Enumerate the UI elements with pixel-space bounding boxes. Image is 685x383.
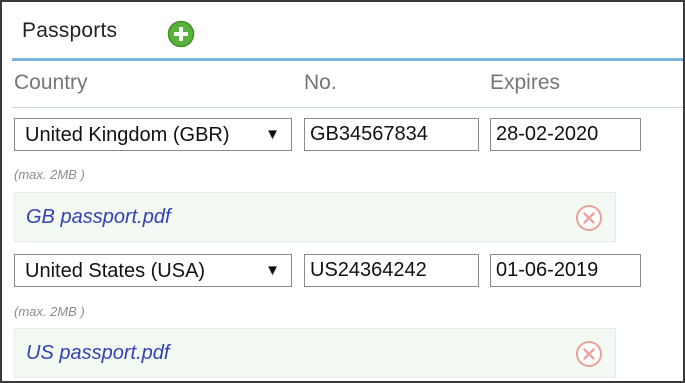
column-header-expires: Expires bbox=[490, 71, 561, 94]
column-header-number: No. bbox=[304, 71, 337, 94]
header-divider bbox=[12, 58, 683, 61]
max-size-note: (max. 2MB ) bbox=[14, 304, 85, 319]
panel-title: Passports bbox=[22, 19, 118, 42]
country-select[interactable]: United Kingdom (GBR) ▼ bbox=[14, 118, 292, 151]
panel-header: Passports bbox=[2, 2, 683, 58]
chevron-down-icon: ▼ bbox=[265, 262, 280, 279]
max-size-note: (max. 2MB ) bbox=[14, 167, 85, 182]
expiry-date-field[interactable]: 01-06-2019 bbox=[490, 254, 641, 287]
remove-attachment-button[interactable] bbox=[575, 204, 603, 232]
passport-number-field[interactable]: US24364242 bbox=[304, 254, 479, 287]
attachment-link[interactable]: US passport.pdf bbox=[26, 342, 169, 365]
passports-panel: Passports Country No. Expires United Kin… bbox=[0, 0, 685, 383]
passport-number-field[interactable]: GB34567834 bbox=[304, 118, 479, 151]
remove-attachment-button[interactable] bbox=[575, 340, 603, 368]
chevron-down-icon: ▼ bbox=[265, 126, 280, 143]
attachment-link[interactable]: GB passport.pdf bbox=[26, 206, 171, 229]
country-select-value: United Kingdom (GBR) bbox=[25, 124, 230, 146]
country-select[interactable]: United States (USA) ▼ bbox=[14, 254, 292, 287]
expiry-date-field[interactable]: 28-02-2020 bbox=[490, 118, 641, 151]
column-header-divider bbox=[12, 107, 683, 108]
country-select-value: United States (USA) bbox=[25, 260, 206, 282]
attachment-box: US passport.pdf bbox=[14, 328, 616, 378]
add-passport-button[interactable] bbox=[167, 20, 195, 48]
attachment-box: GB passport.pdf bbox=[14, 192, 616, 242]
column-header-country: Country bbox=[14, 71, 88, 94]
plus-icon-vertical bbox=[179, 27, 183, 41]
